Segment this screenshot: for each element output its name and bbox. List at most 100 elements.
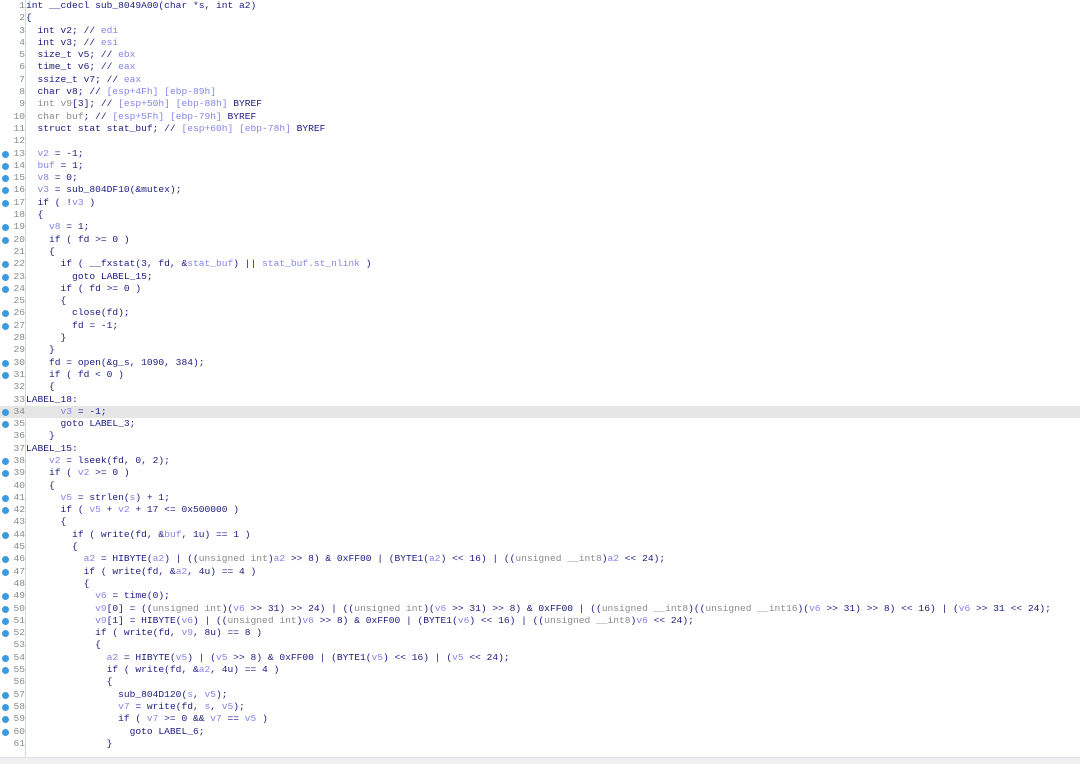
code-line[interactable]: 30 fd = open(&g_s, 1090, 384);	[0, 357, 1080, 369]
variable-token: v9	[181, 627, 193, 639]
code-line[interactable]: 39 if ( v2 >= 0 )	[0, 467, 1080, 479]
code-token: {	[26, 516, 67, 528]
code-text: }	[26, 430, 55, 442]
type-token: unsigned __int16	[705, 602, 798, 614]
code-line[interactable]: 14 buf = 1;	[0, 160, 1080, 172]
code-line[interactable]: 10 char buf; // [esp+5Fh] [ebp-79h] BYRE…	[0, 111, 1080, 123]
code-line[interactable]: 61 }	[0, 738, 1080, 750]
code-line[interactable]: 33 LABEL_18:	[0, 394, 1080, 406]
code-text: v2 = -1;	[26, 148, 84, 160]
code-line[interactable]: 53 {	[0, 639, 1080, 651]
code-line[interactable]: 49 v6 = time(0);	[0, 590, 1080, 602]
code-line[interactable]: 26 close(fd);	[0, 307, 1080, 319]
line-number: 53	[13, 639, 25, 651]
code-line[interactable]: 16 v3 = sub_804DF10(&mutex);	[0, 184, 1080, 196]
code-token: char v8; //	[26, 86, 107, 98]
code-token: ssize_t v7; //	[26, 73, 124, 85]
type-token: unsigned int	[227, 614, 297, 626]
code-line[interactable]: 38 v2 = lseek(fd, 0, 2);	[0, 455, 1080, 467]
code-text: a2 = HIBYTE(v5) | (v5 >> 8) & 0xFF00 | (…	[26, 652, 510, 664]
code-line[interactable]: 43 {	[0, 516, 1080, 528]
line-number: 26	[13, 307, 25, 319]
code-line[interactable]: 1 int __cdecl sub_8049A00(char *s, int a2…	[0, 0, 1080, 12]
variable-token: edi	[100, 24, 119, 36]
line-number: 42	[13, 504, 25, 516]
code-line[interactable]: 32 {	[0, 381, 1080, 393]
code-line[interactable]: 55 if ( write(fd, &a2, 4u) == 4 )	[0, 664, 1080, 676]
code-line[interactable]: 13 v2 = -1;	[0, 148, 1080, 160]
code-line[interactable]: 2{	[0, 12, 1080, 24]
code-token: goto LABEL_3;	[26, 418, 136, 430]
code-text: v2 = lseek(fd, 0, 2);	[26, 455, 170, 467]
code-line[interactable]: 12	[0, 135, 1080, 147]
type-token: unsigned int	[354, 602, 424, 614]
code-line[interactable]: 8 char v8; // [esp+4Fh] [ebp-89h]	[0, 86, 1080, 98]
code-line[interactable]: 18 {	[0, 209, 1080, 221]
line-number: 18	[13, 209, 25, 221]
code-token: {	[26, 479, 55, 491]
line-number: 4	[19, 36, 25, 48]
code-line[interactable]: 40 {	[0, 480, 1080, 492]
code-line[interactable]: 37 LABEL_15:	[0, 443, 1080, 455]
code-line[interactable]: 21 {	[0, 246, 1080, 258]
code-token: )(	[797, 602, 810, 614]
code-line[interactable]: 9 int v9[3]; // [esp+50h] [ebp-88h] BYRE…	[0, 98, 1080, 110]
code-line[interactable]: 56 {	[0, 676, 1080, 688]
code-line[interactable]: 15 v8 = 0;	[0, 172, 1080, 184]
code-line[interactable]: 22 if ( __fxstat(3, fd, &stat_buf) || st…	[0, 258, 1080, 270]
code-line[interactable]: 19 v8 = 1;	[0, 221, 1080, 233]
code-line[interactable]: 5 size_t v5; // ebx	[0, 49, 1080, 61]
line-number: 7	[19, 73, 25, 85]
code-line[interactable]: 3 int v2; // edi	[0, 25, 1080, 37]
code-line[interactable]: 11 struct stat stat_buf; // [esp+60h] [e…	[0, 123, 1080, 135]
code-line[interactable]: 35 goto LABEL_3;	[0, 418, 1080, 430]
code-token: = 0;	[49, 172, 78, 184]
code-text: int v3; // esi	[26, 37, 119, 49]
code-line[interactable]: 45 {	[0, 541, 1080, 553]
code-line[interactable]: 7 ssize_t v7; // eax	[0, 74, 1080, 86]
code-line[interactable]: 52 if ( write(fd, v9, 8u) == 8 )	[0, 627, 1080, 639]
code-line[interactable]: 54 a2 = HIBYTE(v5) | (v5 >> 8) & 0xFF00 …	[0, 652, 1080, 664]
code-line[interactable]: 25 {	[0, 295, 1080, 307]
variable-token: v8	[26, 221, 61, 233]
variable-token: v5	[221, 700, 234, 712]
pseudocode-view[interactable]: 1 int __cdecl sub_8049A00(char *s, int a2…	[0, 0, 1080, 764]
variable-token: a2	[106, 651, 119, 663]
code-line[interactable]: 50 v9[0] = ((unsigned int)(v6 >> 31) >> …	[0, 603, 1080, 615]
code-line[interactable]: 29 }	[0, 344, 1080, 356]
code-token: if ( fd >= 0 )	[26, 233, 130, 245]
code-line[interactable]: 6 time_t v6; // eax	[0, 61, 1080, 73]
code-token: ) | ((	[192, 614, 228, 626]
code-text: int v9[3]; // [esp+50h] [ebp-88h] BYREF	[26, 98, 263, 110]
code-line[interactable]: 24 if ( fd >= 0 )	[0, 283, 1080, 295]
variable-token: a2	[83, 553, 96, 565]
code-line[interactable]: 59 if ( v7 >= 0 && v7 == v5 )	[0, 713, 1080, 725]
code-line[interactable]: 51 v9[1] = HIBYTE(v6) | ((unsigned int)v…	[0, 615, 1080, 627]
code-line[interactable]: 20 if ( fd >= 0 )	[0, 234, 1080, 246]
code-line[interactable]: 28 }	[0, 332, 1080, 344]
code-text: if ( fd >= 0 )	[26, 234, 130, 246]
code-line[interactable]: 42 if ( v5 + v2 + 17 <= 0x500000 )	[0, 504, 1080, 516]
code-line[interactable]: 60 goto LABEL_6;	[0, 726, 1080, 738]
code-token: >> 8) & 0xFF00 | (BYTE1(	[227, 651, 372, 663]
code-line[interactable]: 57 sub_804D120(s, v5);	[0, 689, 1080, 701]
code-line[interactable]: 46 a2 = HIBYTE(a2) | ((unsigned int)a2 >…	[0, 553, 1080, 565]
code-token: size_t v5; //	[26, 49, 119, 61]
code-line[interactable]: 48 {	[0, 578, 1080, 590]
code-line[interactable]: 41 v5 = strlen(s) + 1;	[0, 492, 1080, 504]
code-line[interactable]: 23 goto LABEL_15;	[0, 271, 1080, 283]
code-line[interactable]: 44 if ( write(fd, &buf, 1u) == 1 )	[0, 529, 1080, 541]
line-number: 40	[13, 479, 25, 491]
code-line[interactable]: 27 fd = -1;	[0, 320, 1080, 332]
code-line[interactable]: 47 if ( write(fd, &a2, 4u) == 4 )	[0, 566, 1080, 578]
code-token: BYREF	[227, 110, 257, 122]
code-line[interactable]: 34 v3 = -1;	[0, 405, 1080, 419]
code-line[interactable]: 58 v7 = write(fd, s, v5);	[0, 701, 1080, 713]
code-token: )	[359, 258, 372, 270]
code-line[interactable]: 31 if ( fd < 0 )	[0, 369, 1080, 381]
code-line[interactable]: 17 if ( !v3 )	[0, 197, 1080, 209]
code-line[interactable]: 4 int v3; // esi	[0, 37, 1080, 49]
code-line[interactable]: 36 }	[0, 430, 1080, 442]
